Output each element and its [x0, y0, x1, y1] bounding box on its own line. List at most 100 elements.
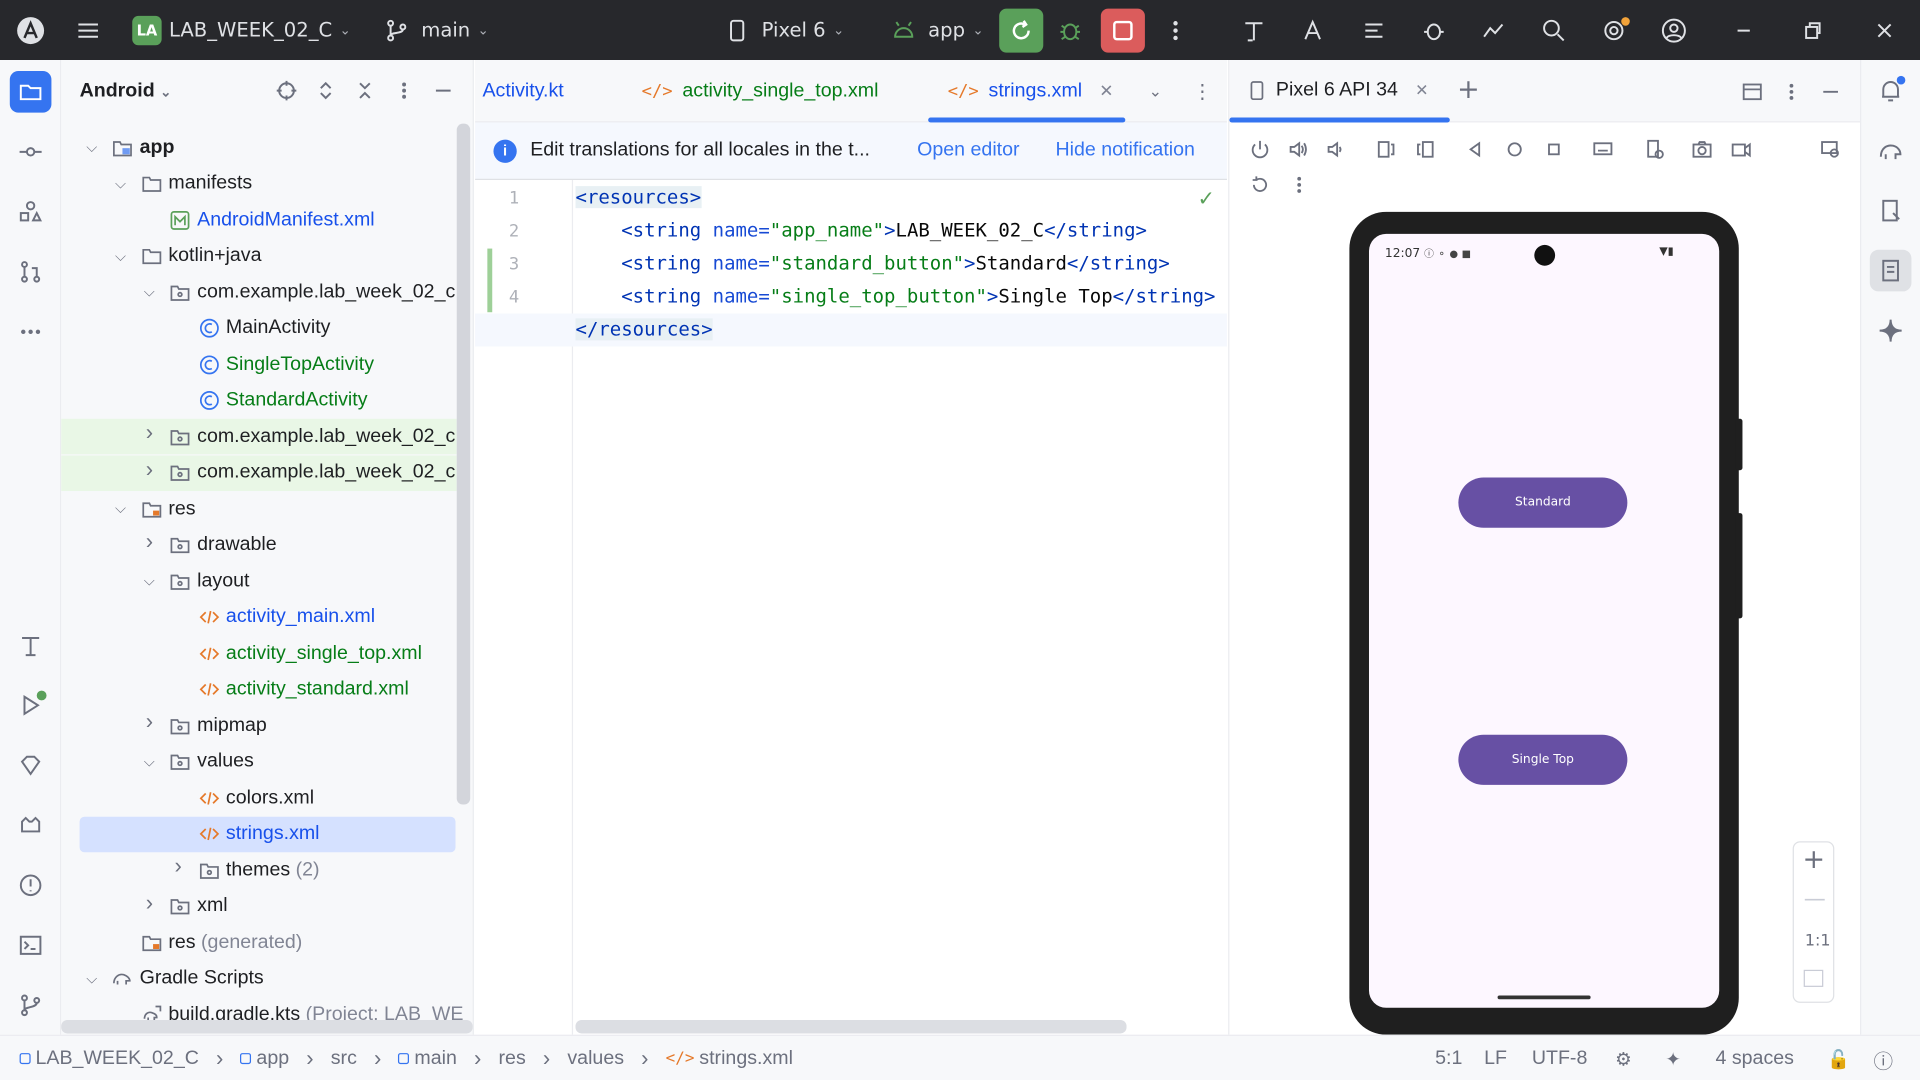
- collapse-all-icon[interactable]: [351, 77, 378, 104]
- search-icon[interactable]: [1537, 0, 1571, 60]
- tab-options-icon[interactable]: ⋮: [1193, 60, 1213, 122]
- tree-item[interactable]: ⌵ values: [61, 744, 465, 780]
- collapsed-chevron-icon[interactable]: ›: [170, 853, 187, 879]
- zoom-fit-icon[interactable]: [1803, 969, 1824, 987]
- vcs-branch-switcher[interactable]: main ⌄: [380, 0, 489, 60]
- breadcrumb-item[interactable]: main: [398, 1048, 457, 1070]
- editor-horizontal-scrollbar[interactable]: [575, 1020, 1127, 1034]
- expanded-chevron-icon[interactable]: ⌵: [112, 247, 129, 265]
- stop-button[interactable]: [1100, 7, 1145, 53]
- build-tool-button[interactable]: [10, 624, 52, 666]
- expanded-chevron-icon[interactable]: ⌵: [141, 572, 158, 590]
- tab-list-chevron-icon[interactable]: ⌄: [1149, 60, 1162, 122]
- standard-button[interactable]: Standard: [1458, 477, 1628, 528]
- rotate-right-icon[interactable]: [1412, 136, 1439, 163]
- tree-item[interactable]: activity_main.xml: [61, 599, 465, 635]
- close-tab-icon[interactable]: ✕: [1415, 81, 1428, 101]
- expanded-chevron-icon[interactable]: ⌵: [141, 283, 158, 301]
- indent-setting[interactable]: 4 spaces: [1716, 1036, 1794, 1080]
- home-icon[interactable]: [1501, 136, 1528, 163]
- overview-icon[interactable]: [1540, 136, 1567, 163]
- power-icon[interactable]: [1247, 136, 1274, 163]
- breadcrumb-item[interactable]: </> strings.xml: [666, 1048, 793, 1070]
- translate-icon[interactable]: [1297, 0, 1331, 60]
- tree-item[interactable]: colors.xml: [61, 780, 465, 816]
- keyboard-icon[interactable]: [1589, 136, 1616, 163]
- layout-icon[interactable]: [1739, 78, 1766, 105]
- gemini-tool-button[interactable]: [10, 744, 52, 786]
- run-config-selector[interactable]: app ⌄: [887, 0, 984, 60]
- tree-item[interactable]: activity_single_top.xml: [61, 636, 465, 672]
- zoom-actual-size-button[interactable]: 1:1: [1805, 932, 1831, 950]
- open-editor-link[interactable]: Open editor: [917, 140, 1019, 162]
- tree-item[interactable]: MainActivity: [61, 310, 465, 346]
- hide-notification-link[interactable]: Hide notification: [1056, 140, 1195, 162]
- caret-position[interactable]: 5:1: [1435, 1036, 1462, 1080]
- device-manager-icon[interactable]: [1477, 0, 1511, 60]
- tree-item[interactable]: › com.example.lab_week_02_c (: [61, 418, 457, 455]
- code-style-icon[interactable]: [1357, 0, 1391, 60]
- tree-item[interactable]: › com.example.lab_week_02_c (: [61, 454, 457, 491]
- project-tool-button[interactable]: [9, 71, 52, 113]
- tree-horizontal-scrollbar[interactable]: [61, 1020, 473, 1034]
- project-view-selector[interactable]: Android ⌄: [80, 80, 172, 102]
- account-icon[interactable]: [1657, 0, 1691, 60]
- collapsed-chevron-icon[interactable]: ›: [141, 420, 158, 446]
- emulator-more-icon[interactable]: [1286, 171, 1313, 198]
- expanded-chevron-icon[interactable]: ⌵: [141, 752, 158, 770]
- no-problems-check-icon[interactable]: ✓: [1198, 187, 1215, 211]
- breadcrumb-item[interactable]: src: [331, 1048, 357, 1070]
- collapsed-chevron-icon[interactable]: ›: [141, 528, 158, 554]
- debug-button[interactable]: [1053, 0, 1087, 60]
- expanded-chevron-icon[interactable]: ⌵: [112, 174, 129, 192]
- more-actions-icon[interactable]: [1158, 0, 1192, 60]
- gemini-button[interactable]: [1870, 310, 1912, 352]
- project-switcher[interactable]: LA LAB_WEEK_02_C ⌄: [132, 0, 351, 60]
- minimize-window-icon[interactable]: [1727, 0, 1761, 60]
- collapsed-chevron-icon[interactable]: ›: [141, 709, 158, 735]
- tree-item[interactable]: › xml: [61, 888, 465, 924]
- tree-item[interactable]: ⌵ manifests: [61, 166, 465, 202]
- hide-panel-icon[interactable]: [1817, 78, 1844, 105]
- phone-screen[interactable]: 12:07 ⓘ⚬●■ ▼▮ Standard Single Top: [1368, 233, 1720, 1008]
- tab-activity-kt[interactable]: Activity.kt: [482, 60, 563, 122]
- gradle-tool-button[interactable]: [1870, 130, 1912, 172]
- locate-file-icon[interactable]: [273, 77, 300, 104]
- expand-all-icon[interactable]: [312, 77, 339, 104]
- file-encoding[interactable]: UTF-8: [1532, 1036, 1588, 1080]
- volume-up-icon[interactable]: [1285, 136, 1312, 163]
- restore-window-icon[interactable]: [1795, 0, 1829, 60]
- event-log-icon[interactable]: ⓘ: [1873, 1036, 1893, 1080]
- volume-down-icon[interactable]: [1322, 136, 1349, 163]
- tree-item[interactable]: ⌵ Gradle Scripts: [61, 961, 465, 997]
- back-icon[interactable]: [1462, 136, 1489, 163]
- lock-icon[interactable]: 🔓: [1827, 1036, 1850, 1080]
- screen-record-icon[interactable]: [1728, 136, 1755, 163]
- single-top-button[interactable]: Single Top: [1458, 734, 1628, 785]
- expanded-chevron-icon[interactable]: ⌵: [83, 969, 100, 987]
- close-tab-icon[interactable]: ✕: [1099, 81, 1113, 102]
- code-line[interactable]: <string name="single_top_button">Single …: [576, 285, 1215, 307]
- notifications-button[interactable]: [1870, 70, 1912, 112]
- run-tool-button[interactable]: [10, 684, 52, 726]
- main-menu-icon[interactable]: [71, 0, 105, 60]
- tree-item[interactable]: ⌵ layout: [61, 563, 465, 599]
- code-line[interactable]: <resources>: [575, 186, 702, 209]
- expanded-chevron-icon[interactable]: ⌵: [83, 138, 100, 156]
- tab-strings-xml[interactable]: </> strings.xml ✕: [948, 60, 1114, 122]
- breadcrumb-item[interactable]: app: [240, 1048, 289, 1070]
- zoom-out-icon[interactable]: —: [1804, 887, 1826, 913]
- logcat-tool-button[interactable]: [10, 804, 52, 846]
- running-devices-button[interactable]: [1869, 249, 1912, 292]
- problems-tool-button[interactable]: [10, 864, 52, 906]
- tree-item[interactable]: ⌵ res: [61, 491, 465, 527]
- app-inspection-icon[interactable]: [1417, 0, 1451, 60]
- undo-rotate-icon[interactable]: [1247, 171, 1274, 198]
- tree-item[interactable]: ⌵ kotlin+java: [61, 238, 465, 274]
- code-line[interactable]: <string name="app_name">LAB_WEEK_02_C</s…: [576, 219, 1147, 241]
- settings-gear-icon[interactable]: [1597, 0, 1631, 60]
- commit-tool-button[interactable]: [10, 131, 52, 173]
- tree-item[interactable]: AndroidManifest.xml: [61, 202, 465, 238]
- tree-item[interactable]: ⌵ com.example.lab_week_02_c: [61, 274, 465, 310]
- pull-requests-button[interactable]: [10, 251, 52, 293]
